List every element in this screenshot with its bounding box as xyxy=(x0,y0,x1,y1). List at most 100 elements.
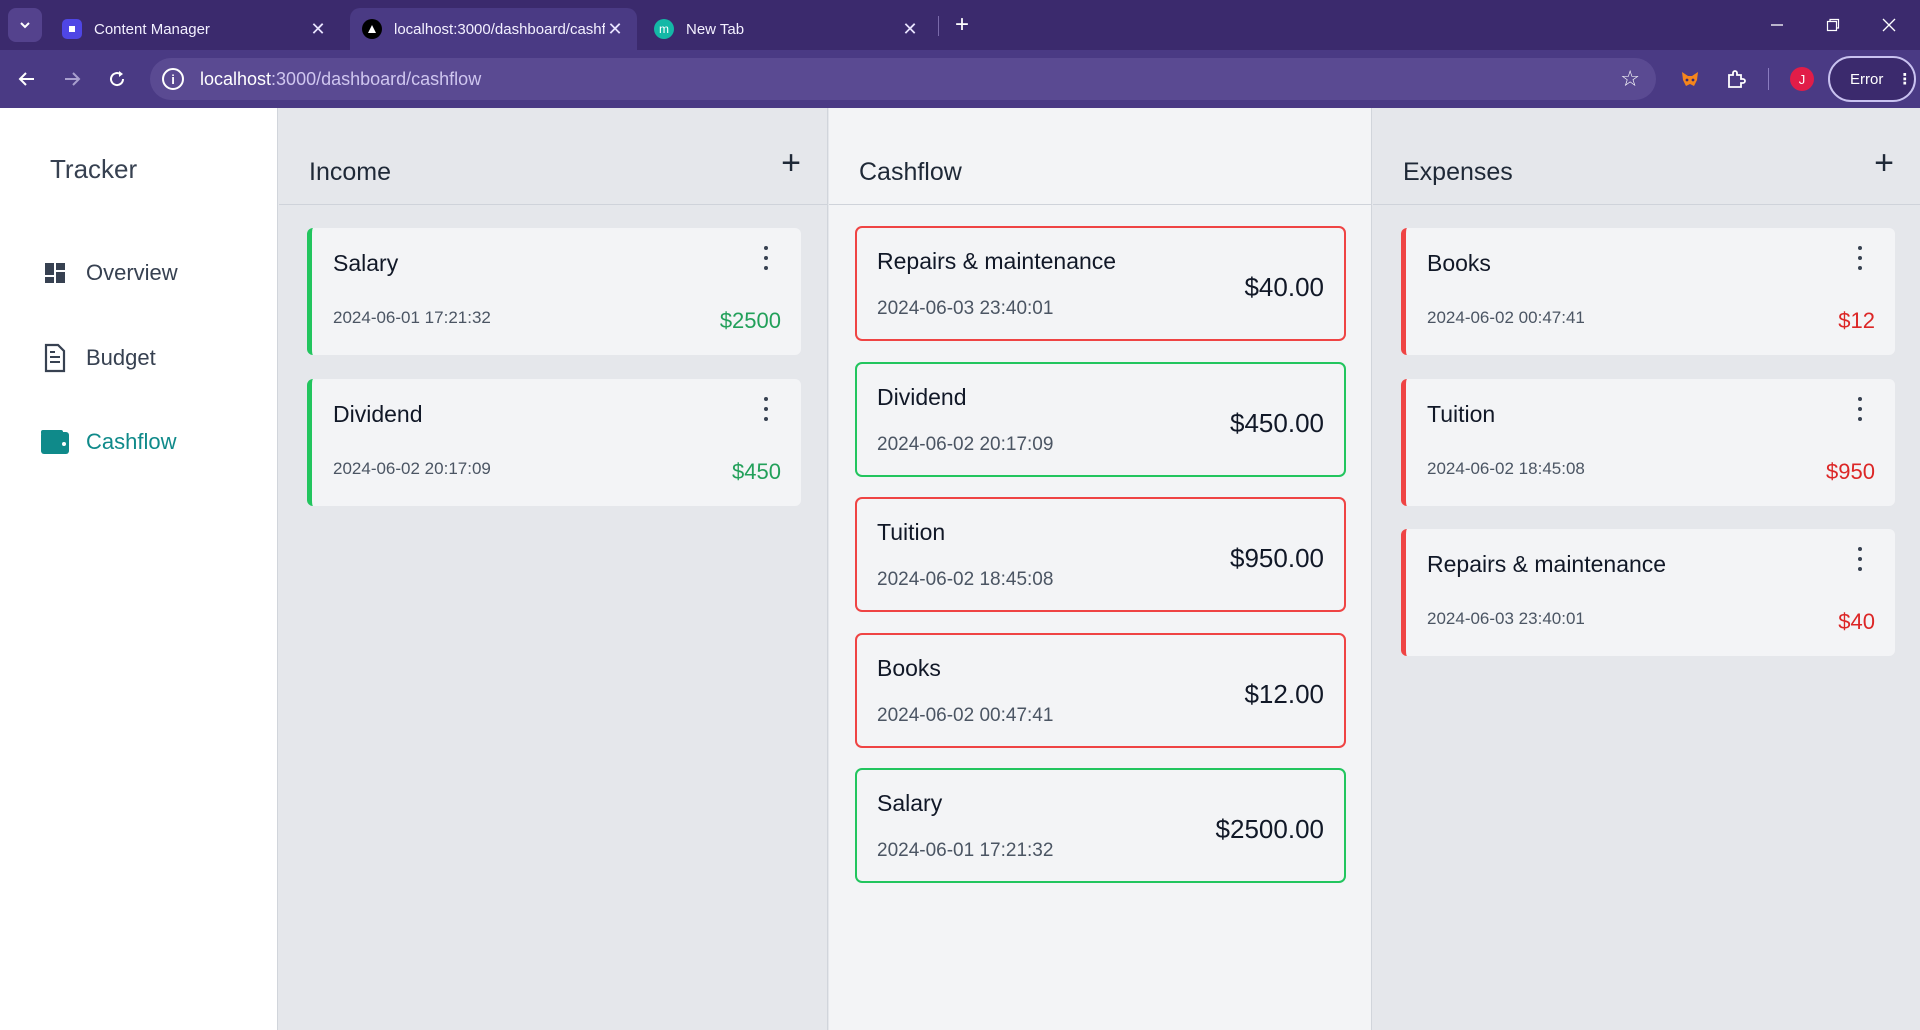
cashflow-entry-income[interactable]: Salary 2024-06-01 17:21:32 $2500.00 xyxy=(855,768,1346,883)
chevron-down-icon xyxy=(20,22,30,29)
minimize-window-icon[interactable] xyxy=(1752,8,1802,42)
sidebar-item-overview[interactable]: Overview xyxy=(40,258,178,288)
new-tab-favicon-icon: m xyxy=(654,19,674,39)
toolbar-divider xyxy=(1768,68,1769,90)
tab-separator xyxy=(938,16,939,36)
income-name: Dividend xyxy=(333,401,423,427)
cashflow-entry-income[interactable]: Dividend 2024-06-02 20:17:09 $450.00 xyxy=(855,362,1346,477)
forward-arrow-icon[interactable] xyxy=(55,62,89,96)
entry-date: 2024-06-02 20:17:09 xyxy=(877,434,1054,455)
more-vertical-icon[interactable] xyxy=(1853,547,1867,571)
more-vertical-icon[interactable] xyxy=(1853,397,1867,421)
income-card[interactable]: Salary 2024-06-01 17:21:32 $2500 xyxy=(307,228,801,355)
add-expense-button[interactable]: + xyxy=(1874,144,1894,183)
entry-name: Tuition xyxy=(877,519,946,545)
expense-date: 2024-06-03 23:40:01 xyxy=(1427,609,1585,628)
new-tab-button[interactable]: + xyxy=(949,12,975,38)
expense-card[interactable]: Books 2024-06-02 00:47:41 $12 xyxy=(1401,228,1895,355)
tab-close-icon[interactable]: ✕ xyxy=(605,19,625,40)
site-info-icon[interactable]: i xyxy=(162,68,184,90)
entry-amount: $2500.00 xyxy=(1215,814,1324,844)
metamask-extension-icon[interactable] xyxy=(1674,63,1706,95)
cashflow-entry-expense[interactable]: Tuition 2024-06-02 18:45:08 $950.00 xyxy=(855,497,1346,612)
tab-close-icon[interactable]: ✕ xyxy=(900,19,920,40)
add-income-button[interactable]: + xyxy=(781,144,801,183)
profile-avatar[interactable]: J xyxy=(1790,67,1814,91)
brand-title: Tracker xyxy=(50,154,138,184)
more-vertical-icon[interactable] xyxy=(759,397,773,421)
reload-icon[interactable] xyxy=(100,62,134,96)
back-arrow-icon[interactable] xyxy=(10,62,44,96)
income-column: Income + Salary 2024-06-01 17:21:32 $250… xyxy=(279,108,828,1030)
cashflow-title: Cashflow xyxy=(859,158,962,186)
entry-name: Repairs & maintenance xyxy=(877,248,1117,274)
address-bar[interactable]: i localhost:3000/dashboard/cashflow ☆ xyxy=(150,58,1656,100)
expense-date: 2024-06-02 18:45:08 xyxy=(1427,459,1585,478)
more-vertical-icon: ⋮ xyxy=(1897,71,1913,88)
restore-window-icon[interactable] xyxy=(1808,8,1858,42)
cashflow-header: Cashflow xyxy=(829,108,1371,205)
income-name: Salary xyxy=(333,250,399,276)
cashflow-column: Cashflow Repairs & maintenance 2024-06-0… xyxy=(829,108,1372,1030)
expense-name: Tuition xyxy=(1427,401,1496,427)
expense-card[interactable]: Repairs & maintenance 2024-06-03 23:40:0… xyxy=(1401,529,1895,656)
entry-amount: $12.00 xyxy=(1244,679,1324,709)
expenses-header: Expenses + xyxy=(1373,108,1920,205)
expense-amount: $12 xyxy=(1838,308,1875,333)
content-manager-favicon-icon xyxy=(62,19,82,39)
tab-content-manager[interactable]: Content Manager ✕ xyxy=(50,8,340,50)
bookmark-star-icon[interactable]: ☆ xyxy=(1620,66,1640,92)
income-date: 2024-06-01 17:21:32 xyxy=(333,308,491,327)
expense-name: Books xyxy=(1427,250,1491,276)
expense-name: Repairs & maintenance xyxy=(1427,551,1667,577)
income-card[interactable]: Dividend 2024-06-02 20:17:09 $450 xyxy=(307,379,801,506)
entry-name: Dividend xyxy=(877,384,967,410)
entry-amount: $450.00 xyxy=(1230,408,1324,438)
entry-date: 2024-06-02 18:45:08 xyxy=(877,569,1054,590)
browser-toolbar: i localhost:3000/dashboard/cashflow ☆ xyxy=(0,50,1920,108)
tab-close-icon[interactable]: ✕ xyxy=(308,19,328,40)
tab-title: New Tab xyxy=(686,20,745,38)
document-icon xyxy=(40,343,70,373)
sidebar-item-cashflow[interactable]: Cashflow xyxy=(40,427,176,457)
entry-name: Books xyxy=(877,655,941,681)
entry-name: Salary xyxy=(877,790,943,816)
sidebar-item-label: Budget xyxy=(86,345,156,370)
income-title: Income xyxy=(309,158,391,186)
entry-amount: $40.00 xyxy=(1244,272,1324,302)
extensions-puzzle-icon[interactable] xyxy=(1720,63,1752,95)
error-label: Error xyxy=(1850,70,1884,88)
close-window-icon[interactable] xyxy=(1864,8,1914,42)
more-vertical-icon[interactable] xyxy=(1853,246,1867,270)
income-amount: $2500 xyxy=(719,308,781,333)
tab-title: localhost:3000/dashboard/cashflow xyxy=(394,20,605,38)
expense-date: 2024-06-02 00:47:41 xyxy=(1427,308,1585,327)
income-amount: $450 xyxy=(732,459,781,484)
nextjs-favicon-icon xyxy=(362,19,382,39)
sidebar-item-budget[interactable]: Budget xyxy=(40,343,156,373)
entry-date: 2024-06-01 17:21:32 xyxy=(877,840,1054,861)
tab-title: Content Manager xyxy=(94,20,210,38)
tab-search-button[interactable] xyxy=(8,8,42,42)
income-header: Income + xyxy=(279,108,827,205)
tab-dashboard-cashflow[interactable]: localhost:3000/dashboard/cashflow ✕ xyxy=(350,8,637,50)
cashflow-entry-expense[interactable]: Books 2024-06-02 00:47:41 $12.00 xyxy=(855,633,1346,748)
browser-error-button[interactable]: Error ⋮ xyxy=(1828,56,1916,102)
browser-tab-strip: Content Manager ✕ localhost:3000/dashboa… xyxy=(0,0,1920,50)
expenses-column: Expenses + Books 2024-06-02 00:47:41 $12… xyxy=(1373,108,1920,1030)
more-vertical-icon[interactable] xyxy=(759,246,773,270)
income-date: 2024-06-02 20:17:09 xyxy=(333,459,491,478)
entry-date: 2024-06-03 23:40:01 xyxy=(877,298,1054,319)
wallet-icon xyxy=(40,427,70,457)
expenses-title: Expenses xyxy=(1403,158,1513,186)
expense-card[interactable]: Tuition 2024-06-02 18:45:08 $950 xyxy=(1401,379,1895,506)
sidebar-item-label: Cashflow xyxy=(86,429,177,454)
entry-date: 2024-06-02 00:47:41 xyxy=(877,705,1054,726)
expense-amount: $950 xyxy=(1826,459,1875,484)
url-text: localhost:3000/dashboard/cashflow xyxy=(200,68,482,89)
sidebar-item-label: Overview xyxy=(86,260,178,285)
expense-amount: $40 xyxy=(1838,609,1875,634)
sidebar: Tracker Overview Budget Cashflow xyxy=(0,108,278,1030)
cashflow-entry-expense[interactable]: Repairs & maintenance 2024-06-03 23:40:0… xyxy=(855,226,1346,341)
tab-new-tab[interactable]: m New Tab ✕ xyxy=(642,8,932,50)
